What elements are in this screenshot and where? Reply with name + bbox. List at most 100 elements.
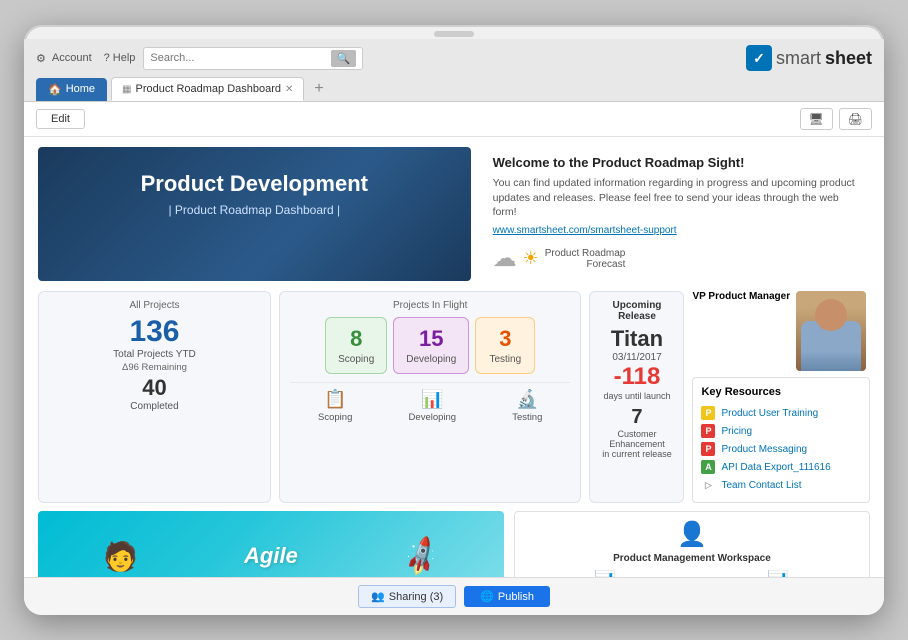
sun-icon: ☀ [523, 248, 539, 269]
kr-item-3[interactable]: A API Data Export_111616 [701, 458, 861, 476]
right-panels: Upcoming Release Titan 03/11/2017 -118 d… [589, 291, 870, 503]
icon-row: 📋 Scoping 📊 Developing 🔬 Testing [290, 382, 571, 423]
top-section: Product Development | Product Roadmap Da… [38, 147, 870, 281]
scoping-icon-item: 📋 Scoping [318, 389, 352, 423]
publish-globe-icon: 🌐 [480, 590, 494, 603]
welcome-panel: Welcome to the Product Roadmap Sight! Yo… [483, 147, 870, 281]
kr-item-0[interactable]: P Product User Training [701, 404, 861, 422]
kr-icon-1: P [701, 424, 715, 438]
days-num: -118 [598, 363, 675, 391]
cloud-icon: ☁ [493, 244, 517, 273]
customer-num: 7 [598, 406, 675, 429]
device-frame: ⚙ Account ? Help 🔍 ✓ smartsheet 🏠 Home [24, 25, 884, 615]
agile-figure-icon: 🧑 [103, 540, 138, 573]
upcoming-release-label: Upcoming Release [598, 300, 675, 322]
delta-label: Δ96 Remaining [49, 362, 260, 373]
account-label[interactable]: Account [52, 52, 92, 64]
search-bar: 🔍 [143, 47, 363, 70]
account-icon: ⚙ [36, 52, 46, 65]
add-tab-button[interactable]: + [308, 80, 329, 98]
brand-name-light: smart [776, 48, 821, 69]
testing-icon-label: Testing [512, 412, 542, 423]
scoping-icon: 📋 [318, 389, 352, 410]
testing-label: Testing [488, 354, 522, 365]
print-button[interactable]: 🖨 [839, 108, 872, 130]
testing-icon-item: 🔬 Testing [512, 389, 542, 423]
home-tab-label: Home [66, 83, 95, 95]
publish-label: Publish [498, 591, 534, 603]
vp-label: VP Product Manager [692, 291, 790, 302]
flight-cards: 8 Scoping 15 Developing 3 Testing [290, 317, 571, 374]
sight-items: 📊 Marketing Sight 📊 Titan Project Sight [523, 570, 861, 577]
vp-info: VP Product Manager [692, 291, 790, 306]
projects-in-flight-box: Projects In Flight 8 Scoping 15 Developi… [279, 291, 582, 503]
search-button[interactable]: 🔍 [331, 50, 357, 67]
scoping-num: 8 [338, 326, 374, 352]
stats-row: All Projects 136 Total Projects YTD Δ96 … [38, 291, 870, 503]
tab-close-button[interactable]: ✕ [285, 84, 293, 95]
agile-text: Agile [244, 543, 298, 569]
brand-name-bold: sheet [825, 48, 872, 69]
marketing-sight-item[interactable]: 📊 Marketing Sight [523, 570, 688, 577]
testing-num: 3 [488, 326, 522, 352]
scoping-card: 8 Scoping [325, 317, 387, 374]
all-projects-label: All Projects [49, 300, 260, 311]
kr-item-4[interactable]: ▷ Team Contact List [701, 476, 861, 494]
release-date: 03/11/2017 [598, 352, 675, 363]
lower-section: 🧑 Agile 🚀 Final Sprint Highest Ranked Pr… [38, 511, 870, 577]
kr-item-2[interactable]: P Product Messaging [701, 440, 861, 458]
kr-icon-2: P [701, 442, 715, 456]
kr-label-4: Team Contact List [721, 480, 801, 491]
kr-label-2: Product Messaging [721, 444, 807, 455]
developing-label: Developing [406, 354, 456, 365]
key-resources-panel: Key Resources P Product User Training P … [692, 377, 870, 503]
tab-active[interactable]: ▦ Product Roadmap Dashboard ✕ [111, 77, 304, 101]
kr-label-3: API Data Export_111616 [721, 462, 830, 473]
forecast-label: Product Roadmap Forecast [545, 248, 626, 270]
pm-label: Product Management Workspace [523, 553, 861, 564]
home-icon: 🏠 [48, 83, 62, 96]
developing-num: 15 [406, 326, 456, 352]
tab-sheet-icon: ▦ [122, 84, 131, 95]
edit-button[interactable]: Edit [36, 109, 85, 129]
dashboard-content: Product Development | Product Roadmap Da… [24, 137, 884, 577]
kr-icon-0: P [701, 406, 715, 420]
developing-icon-item: 📊 Developing [409, 389, 457, 423]
content-toolbar: Edit 🖥 🖨 [24, 102, 884, 137]
account-area: ⚙ Account ? Help [36, 52, 135, 65]
screen-view-button[interactable]: 🖥 [800, 108, 833, 130]
support-link[interactable]: www.smartsheet.com/smartsheet-support [493, 225, 677, 236]
titan-sight-item[interactable]: 📊 Titan Project Sight [696, 570, 861, 577]
lower-left: 🧑 Agile 🚀 Final Sprint Highest Ranked Pr… [38, 511, 504, 577]
release-name: Titan [598, 326, 675, 352]
sharing-label: Sharing (3) [389, 591, 443, 603]
projects-in-flight-label: Projects In Flight [290, 300, 571, 311]
browser-content: Edit 🖥 🖨 Product Development | Product R… [24, 102, 884, 615]
agile-rocket-icon: 🚀 [398, 533, 445, 577]
sharing-button[interactable]: 👥 Sharing (3) [358, 585, 456, 608]
publish-button[interactable]: 🌐 Publish [464, 586, 550, 607]
brand-logo: ✓ smartsheet [746, 45, 872, 71]
browser-chrome: ⚙ Account ? Help 🔍 ✓ smartsheet 🏠 Home [24, 39, 884, 102]
total-projects-label: Total Projects YTD [49, 349, 260, 360]
device-notch [434, 31, 474, 37]
browser-topbar: ⚙ Account ? Help 🔍 ✓ smartsheet [32, 39, 876, 77]
help-label[interactable]: ? Help [104, 52, 136, 64]
search-input[interactable] [150, 52, 330, 64]
welcome-title: Welcome to the Product Roadmap Sight! [493, 155, 860, 170]
welcome-body: You can find updated information regardi… [493, 176, 860, 220]
tabs-row: 🏠 Home ▦ Product Roadmap Dashboard ✕ + [32, 77, 876, 101]
developing-icon: 📊 [409, 389, 457, 410]
kr-item-1[interactable]: P Pricing [701, 422, 861, 440]
tab-home[interactable]: 🏠 Home [36, 78, 107, 101]
hero-subtitle: | Product Roadmap Dashboard | [58, 203, 451, 217]
hero-banner: Product Development | Product Roadmap Da… [38, 147, 471, 281]
total-projects-num: 136 [49, 317, 260, 347]
upcoming-release-panel: Upcoming Release Titan 03/11/2017 -118 d… [589, 291, 684, 503]
toolbar-right: 🖥 🖨 [800, 108, 872, 130]
kr-label-1: Pricing [721, 426, 752, 437]
titan-sight-icon: 📊 [696, 570, 861, 577]
agile-banner: 🧑 Agile 🚀 Final Sprint [38, 511, 504, 577]
testing-card: 3 Testing [475, 317, 535, 374]
developing-icon-label: Developing [409, 412, 457, 423]
